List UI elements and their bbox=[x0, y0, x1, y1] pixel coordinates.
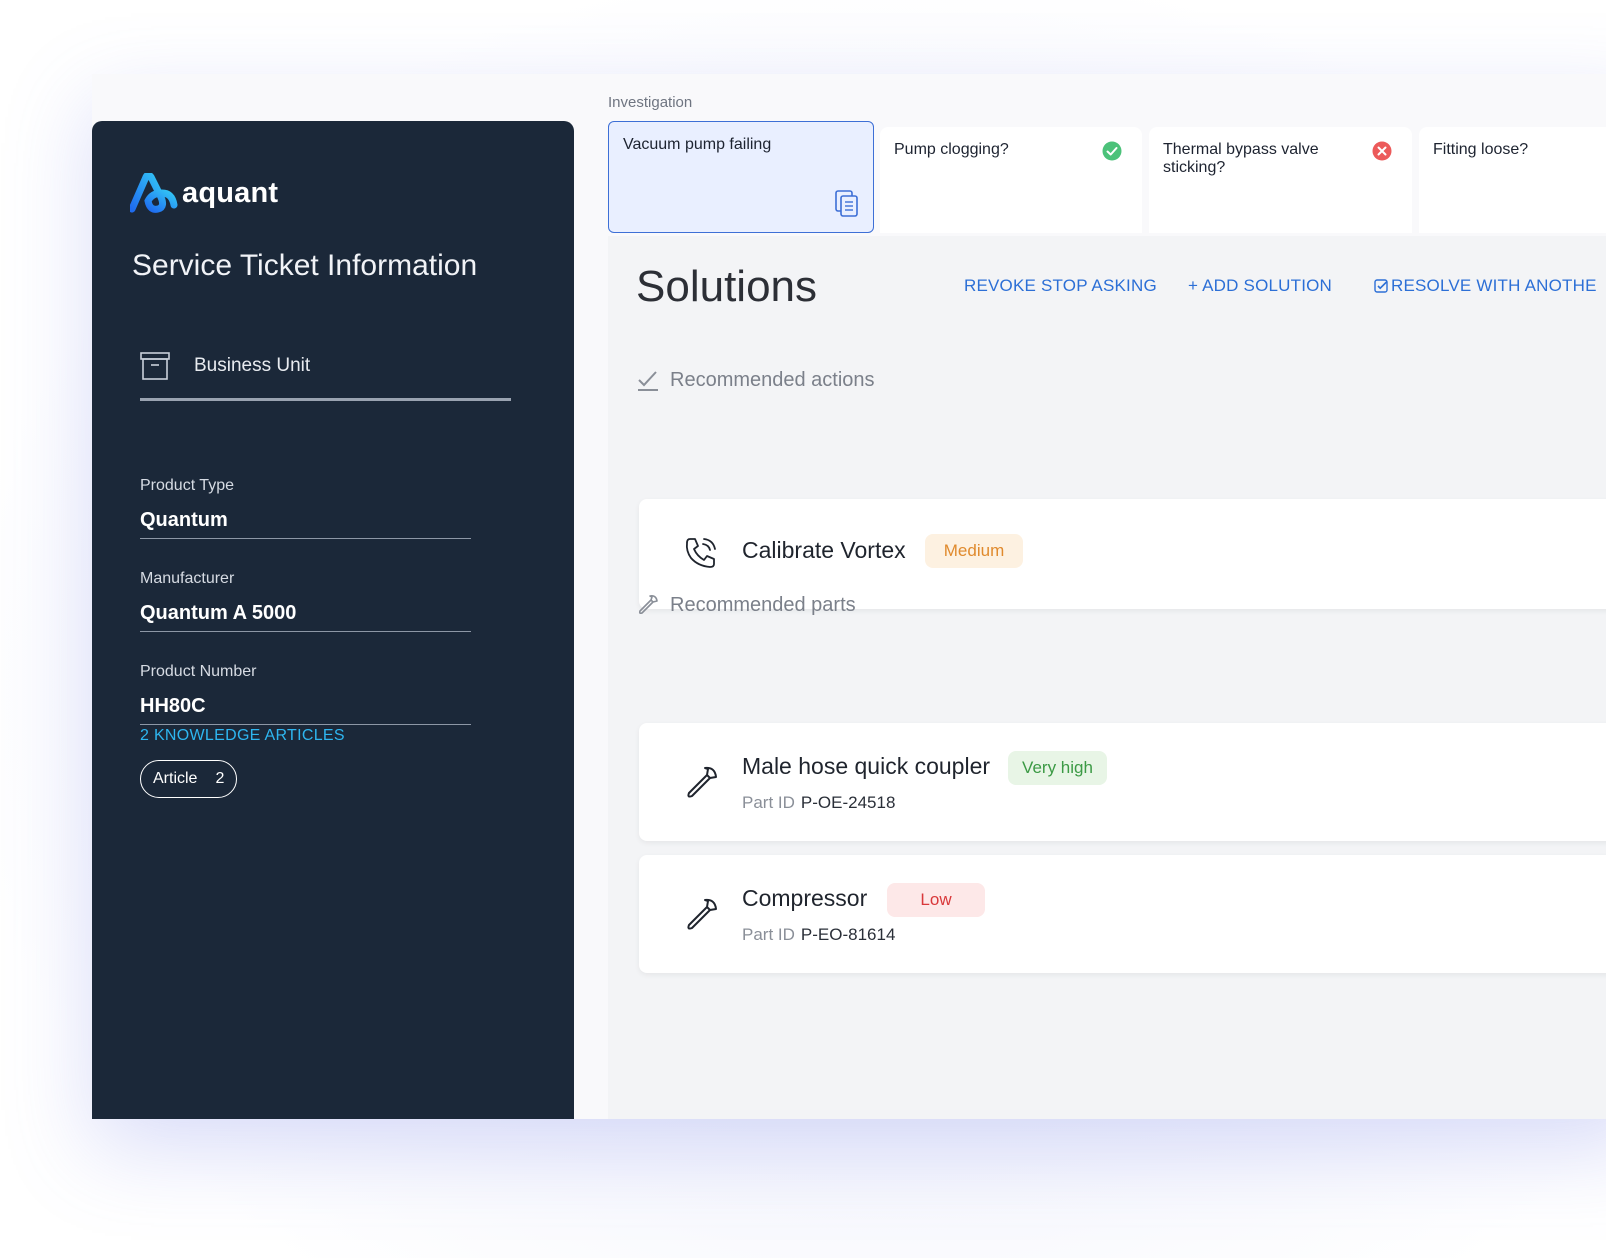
article-chip[interactable]: Article 2 bbox=[140, 760, 238, 798]
knowledge-articles-link[interactable]: 2 KNOWLEDGE ARTICLES bbox=[140, 727, 345, 745]
tab-vacuum-pump-failing[interactable]: Vacuum pump failing bbox=[608, 121, 874, 233]
field-product-type[interactable]: Product Type Quantum bbox=[140, 477, 471, 539]
tab-pump-clogging[interactable]: Pump clogging? bbox=[880, 127, 1142, 233]
field-label: Manufacturer bbox=[140, 570, 235, 587]
tab-label: Pump clogging? bbox=[894, 141, 1009, 158]
part-id-label: Part ID bbox=[742, 793, 795, 812]
priority-badge: Medium bbox=[925, 534, 1023, 568]
part-card-compressor[interactable]: Compressor Low Part ID P-EO-81614 bbox=[639, 855, 1606, 973]
tab-fitting-loose[interactable]: Fitting loose? bbox=[1419, 127, 1606, 233]
app-window: aquant Service Ticket Information Busine… bbox=[92, 74, 1606, 1119]
aquant-logo: aquant bbox=[130, 173, 278, 213]
aquant-logo-icon bbox=[130, 173, 178, 213]
checkbox-check-icon bbox=[1374, 279, 1388, 293]
background: aquant Service Ticket Information Busine… bbox=[0, 0, 1606, 1258]
field-manufacturer[interactable]: Manufacturer Quantum A 5000 bbox=[140, 570, 471, 632]
priority-badge: Low bbox=[887, 883, 985, 917]
action-name: Calibrate Vortex bbox=[742, 537, 906, 563]
sidebar-title: Service Ticket Information bbox=[132, 249, 478, 282]
field-value: HH80C bbox=[140, 695, 206, 717]
priority-badge: Very high bbox=[1008, 751, 1107, 785]
solutions-title: Solutions bbox=[636, 262, 818, 311]
copy-icon[interactable] bbox=[835, 190, 859, 218]
part-id-value: P-OE-24518 bbox=[800, 793, 896, 812]
investigation-label: Investigation bbox=[608, 94, 693, 111]
part-id-value: P-EO-81614 bbox=[800, 925, 896, 944]
wrench-icon bbox=[638, 595, 658, 615]
check-circle-icon bbox=[1102, 141, 1122, 161]
tab-label: Vacuum pump failing bbox=[623, 136, 772, 153]
checkmark-icon bbox=[638, 371, 658, 391]
x-circle-icon bbox=[1372, 141, 1392, 161]
business-unit-label: Business Unit bbox=[194, 354, 311, 376]
field-product-number[interactable]: Product Number HH80C bbox=[140, 663, 471, 725]
phone-call-icon bbox=[685, 538, 716, 568]
part-name: Male hose quick coupler bbox=[742, 753, 991, 779]
business-unit-selector[interactable]: Business Unit bbox=[140, 347, 511, 401]
tab-thermal-bypass-valve[interactable]: Thermal bypass valve sticking? bbox=[1149, 127, 1412, 233]
add-solution-button[interactable]: + ADD SOLUTION bbox=[1188, 276, 1332, 296]
logo-text: aquant bbox=[182, 176, 279, 209]
ticket-sidebar: aquant Service Ticket Information Busine… bbox=[92, 121, 574, 1119]
field-value: Quantum bbox=[140, 509, 228, 531]
part-id-row: Part ID P-EO-81614 bbox=[742, 925, 895, 945]
field-value: Quantum A 5000 bbox=[140, 602, 297, 624]
field-label: Product Type bbox=[140, 477, 234, 494]
recommended-actions-heading: Recommended actions bbox=[636, 368, 875, 392]
wrench-icon bbox=[687, 898, 717, 930]
part-name: Compressor bbox=[742, 885, 868, 911]
tab-label: Thermal bypass valve sticking? bbox=[1163, 141, 1319, 176]
tab-label: Fitting loose? bbox=[1433, 141, 1529, 158]
wrench-icon bbox=[687, 766, 717, 798]
solutions-panel: Solutions REVOKE STOP ASKING + ADD SOLUT… bbox=[608, 236, 1606, 1119]
section-title: Recommended parts bbox=[670, 593, 856, 616]
resolve-with-another-button[interactable]: RESOLVE WITH ANOTHE bbox=[1374, 276, 1597, 296]
archive-box-icon bbox=[140, 351, 170, 380]
recommended-parts-heading: Recommended parts bbox=[636, 593, 856, 617]
section-title: Recommended actions bbox=[670, 368, 875, 391]
field-label: Product Number bbox=[140, 663, 257, 680]
revoke-stop-asking-button[interactable]: REVOKE STOP ASKING bbox=[964, 276, 1157, 296]
article-chip-count: 2 bbox=[215, 770, 225, 787]
part-id-row: Part ID P-OE-24518 bbox=[742, 793, 895, 813]
resolve-label: RESOLVE WITH ANOTHE bbox=[1391, 276, 1597, 295]
part-card-male-hose-quick-coupler[interactable]: Male hose quick coupler Very high Part I… bbox=[639, 723, 1606, 841]
article-chip-label: Article bbox=[153, 770, 198, 787]
part-id-label: Part ID bbox=[742, 925, 795, 944]
